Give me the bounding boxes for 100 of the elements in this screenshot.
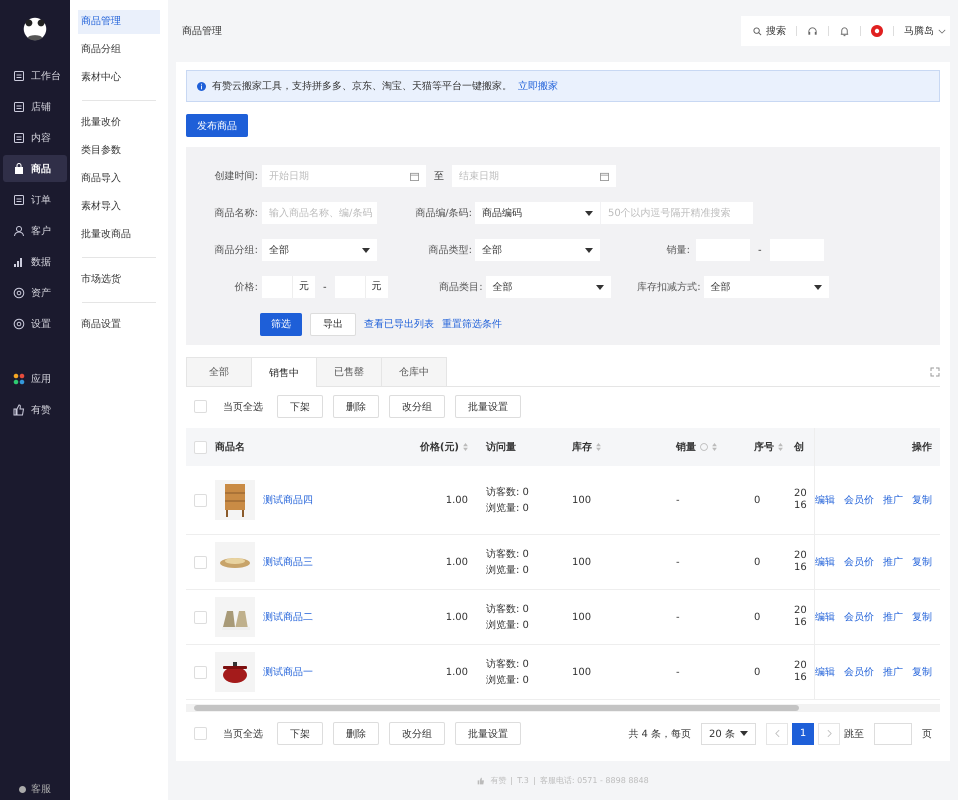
search-button[interactable]: 搜索 <box>753 24 786 38</box>
sub-nav-item[interactable]: 素材中心 <box>78 66 160 90</box>
bulk-action-button[interactable]: 改分组 <box>389 722 445 745</box>
page-size-dropdown[interactable]: 20 条 <box>701 722 756 744</box>
sidebar-item[interactable]: 店铺 <box>3 93 68 120</box>
sidebar-item[interactable]: 内容 <box>3 124 68 151</box>
sub-nav-item[interactable]: 商品分组 <box>78 38 160 62</box>
migrate-link[interactable]: 立即搬家 <box>518 79 558 93</box>
checkbox[interactable] <box>194 440 207 454</box>
product-name-link[interactable]: 测试商品三 <box>263 555 313 569</box>
field-label: 创建时间: <box>214 170 259 183</box>
row-action-link[interactable]: 会员价 <box>844 555 874 569</box>
sub-nav-item[interactable]: 类目参数 <box>78 139 160 163</box>
code-type-dropdown[interactable]: 商品编码 <box>475 202 600 224</box>
notice-text: 有赞云搬家工具，支持拼多多、京东、淘宝、天猫等平台一键搬家。 <box>212 80 512 93</box>
bulk-action-button[interactable]: 批量设置 <box>455 395 521 418</box>
sidebar-item[interactable]: 设置 <box>3 310 68 337</box>
range-separator: - <box>323 282 327 292</box>
category-dropdown[interactable]: 全部 <box>486 276 611 298</box>
product-name-link[interactable]: 测试商品一 <box>263 665 313 679</box>
row-action-link[interactable]: 推广 <box>883 665 903 679</box>
checkbox[interactable] <box>194 727 207 740</box>
status-tab[interactable]: 全部 <box>186 357 252 386</box>
sidebar-item[interactable]: 资产 <box>3 279 68 306</box>
bulk-action-button[interactable]: 下架 <box>277 722 323 745</box>
column-header[interactable]: 库存 <box>572 440 592 454</box>
view-exports-link[interactable]: 查看已导出列表 <box>364 317 434 331</box>
sort-icon[interactable] <box>596 443 601 451</box>
bulk-action-button[interactable]: 下架 <box>277 395 323 418</box>
bulk-action-button[interactable]: 改分组 <box>389 395 445 418</box>
headset-icon[interactable] <box>807 26 818 36</box>
sidebar-item[interactable]: 有赞 <box>3 396 68 423</box>
row-action-link[interactable]: 推广 <box>883 610 903 624</box>
checkbox[interactable] <box>194 556 207 568</box>
sidebar-item[interactable]: 商品 <box>3 155 68 182</box>
column-header[interactable]: 序号 <box>754 440 774 454</box>
sidebar-item[interactable]: 客户 <box>3 217 68 244</box>
bulk-action-button[interactable]: 删除 <box>333 395 379 418</box>
select-all-label: 当页全选 <box>223 400 263 414</box>
group-dropdown[interactable]: 全部 <box>262 239 377 261</box>
row-action-link[interactable]: 复制 <box>912 493 932 507</box>
sidebar-item[interactable]: 数据 <box>3 248 68 275</box>
row-action-link[interactable]: 推广 <box>883 493 903 507</box>
product-name-link[interactable]: 测试商品四 <box>263 493 313 507</box>
column-header[interactable]: 销量 <box>676 440 696 454</box>
sub-nav-item[interactable]: 批量改商品 <box>78 223 160 247</box>
row-action-link[interactable]: 会员价 <box>844 665 874 679</box>
sort-icon[interactable] <box>463 443 468 451</box>
reset-filters-link[interactable]: 重置筛选条件 <box>442 317 502 331</box>
customer-service-link[interactable]: 客服 <box>19 782 52 796</box>
sidebar-item[interactable]: 订单 <box>3 186 68 213</box>
checkbox[interactable] <box>194 610 207 624</box>
row-action-link[interactable]: 编辑 <box>815 610 835 624</box>
column-header[interactable]: 价格(元) <box>420 440 459 454</box>
bell-icon[interactable] <box>839 26 850 36</box>
row-action-link[interactable]: 编辑 <box>815 665 835 679</box>
page-number-field[interactable] <box>874 722 912 744</box>
row-action-link[interactable]: 编辑 <box>815 555 835 569</box>
sidebar-item[interactable]: 应用 <box>3 365 68 392</box>
checkbox[interactable] <box>194 666 207 678</box>
sub-nav-item[interactable]: 素材导入 <box>78 195 160 219</box>
row-action-link[interactable]: 复制 <box>912 665 932 679</box>
user-menu[interactable]: 马腾岛 <box>904 24 946 38</box>
sub-nav-item[interactable]: 批量改价 <box>78 111 160 135</box>
table-cell-text: 访客数: 0 <box>486 602 529 616</box>
row-action-link[interactable]: 复制 <box>912 610 932 624</box>
fullscreen-icon[interactable] <box>930 366 940 376</box>
row-action-link[interactable]: 复制 <box>912 555 932 569</box>
product-name-link[interactable]: 测试商品二 <box>263 610 313 624</box>
checkbox[interactable] <box>194 400 207 413</box>
bulk-action-button[interactable]: 删除 <box>333 722 379 745</box>
status-tab[interactable]: 仓库中 <box>381 357 447 386</box>
avatar-icon[interactable] <box>871 25 883 37</box>
sub-nav-item[interactable]: 商品管理 <box>78 10 160 34</box>
table-cell-text: - <box>676 556 681 568</box>
sidebar-item[interactable]: 工作台 <box>3 62 68 89</box>
row-action-link[interactable]: 编辑 <box>815 493 835 507</box>
row-action-link[interactable]: 会员价 <box>844 493 874 507</box>
sub-nav-item[interactable]: 商品设置 <box>78 313 160 337</box>
bulk-action-button[interactable]: 批量设置 <box>455 722 521 745</box>
status-tab[interactable]: 已售罄 <box>316 357 382 386</box>
table-cell-text: 0 <box>754 612 762 622</box>
sub-nav-item[interactable]: 市场选货 <box>78 268 160 292</box>
next-page-button[interactable] <box>818 722 840 744</box>
sort-icon[interactable] <box>778 443 783 451</box>
status-tab[interactable]: 销售中 <box>251 357 317 387</box>
sub-nav-item[interactable]: 商品导入 <box>78 167 160 191</box>
checkbox[interactable] <box>194 494 207 506</box>
total-count: 共 4 条，每页 <box>628 728 691 740</box>
horizontal-scrollbar[interactable] <box>186 704 940 712</box>
previous-page-button[interactable] <box>766 722 788 744</box>
filter-button[interactable]: 筛选 <box>260 312 302 336</box>
row-action-link[interactable]: 会员价 <box>844 610 874 624</box>
page-button[interactable]: 1 <box>792 722 814 744</box>
export-button[interactable]: 导出 <box>310 312 356 336</box>
row-action-link[interactable]: 推广 <box>883 555 903 569</box>
stock-mode-dropdown[interactable]: 全部 <box>704 276 829 298</box>
publish-button[interactable]: 发布商品 <box>186 114 248 137</box>
type-dropdown[interactable]: 全部 <box>475 239 600 261</box>
sort-icon[interactable] <box>712 443 717 451</box>
